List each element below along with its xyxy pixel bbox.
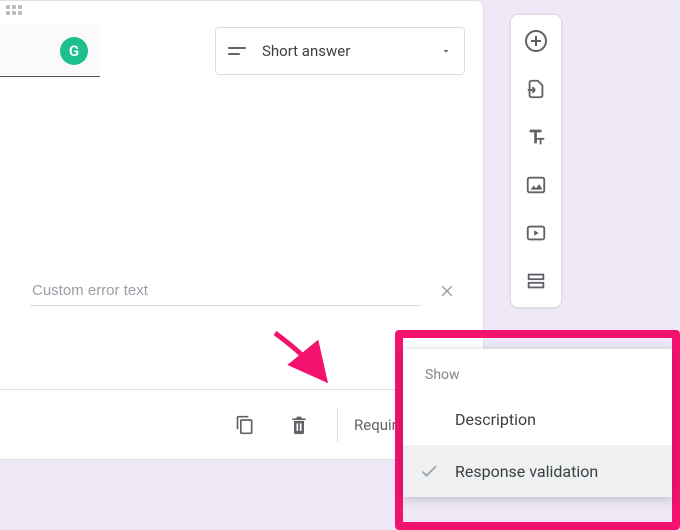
delete-button[interactable] xyxy=(277,403,321,447)
question-type-select[interactable]: Short answer xyxy=(215,27,465,75)
side-toolbar xyxy=(510,14,562,308)
add-section-button[interactable] xyxy=(518,263,554,299)
duplicate-button[interactable] xyxy=(223,403,267,447)
add-question-button[interactable] xyxy=(518,23,554,59)
menu-item-description[interactable]: Description xyxy=(403,393,672,445)
chevron-down-icon xyxy=(440,45,452,57)
custom-error-input[interactable] xyxy=(30,276,421,306)
question-header-row: G Short answer xyxy=(0,21,465,81)
add-video-button[interactable] xyxy=(518,215,554,251)
footer-divider xyxy=(337,408,338,442)
drag-handle-icon[interactable] xyxy=(6,5,24,17)
question-title-input[interactable]: G xyxy=(0,25,100,77)
short-answer-icon xyxy=(228,45,246,57)
menu-header: Show xyxy=(403,361,672,393)
menu-item-label: Response validation xyxy=(455,462,598,481)
clear-error-button[interactable] xyxy=(429,273,465,309)
question-type-label: Short answer xyxy=(262,42,350,60)
menu-item-label: Description xyxy=(455,410,536,429)
grammarly-icon[interactable]: G xyxy=(60,37,88,65)
import-questions-button[interactable] xyxy=(518,71,554,107)
add-title-button[interactable] xyxy=(518,119,554,155)
add-image-button[interactable] xyxy=(518,167,554,203)
menu-item-response-validation[interactable]: Response validation xyxy=(403,445,672,497)
check-icon xyxy=(419,461,439,481)
error-text-row xyxy=(30,273,465,309)
options-menu: Show Description Response validation xyxy=(403,349,672,497)
